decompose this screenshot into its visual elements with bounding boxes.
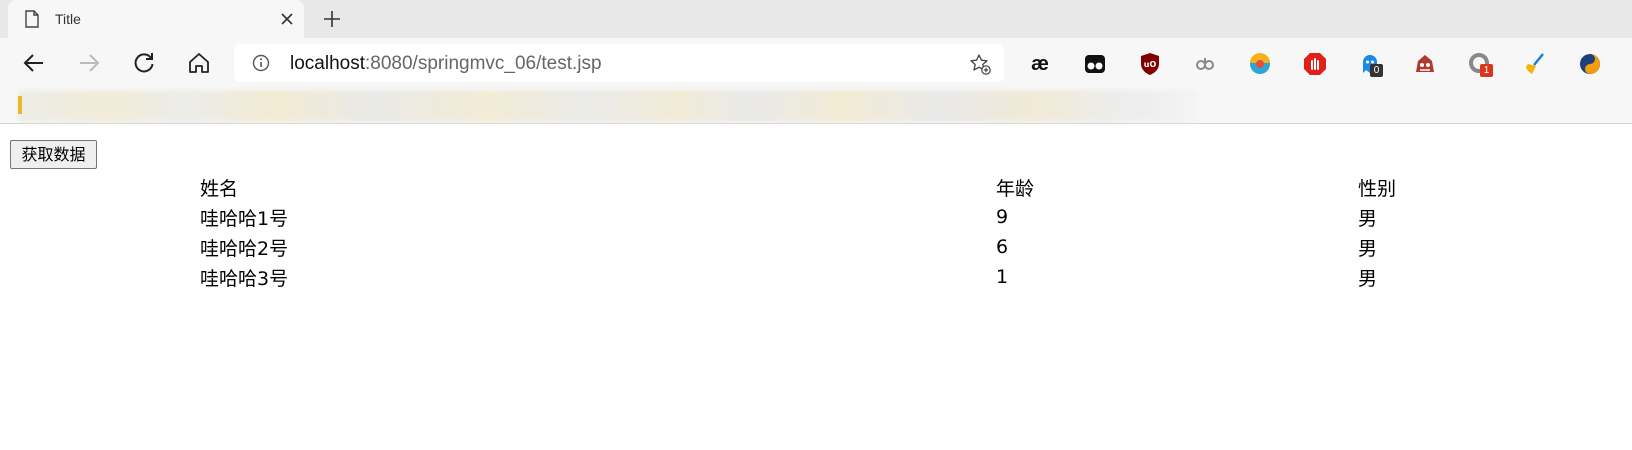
header-age: 年龄 bbox=[996, 177, 1035, 200]
red-monster-icon[interactable] bbox=[1413, 52, 1437, 76]
page-content: 获取数据 姓名 年龄 性别 哇哈哈1号 9 男 哇哈哈2号 6 男 哇哈哈3号 … bbox=[0, 125, 1632, 450]
folder-icon[interactable] bbox=[18, 96, 22, 114]
link-extension-icon[interactable] bbox=[1193, 52, 1217, 76]
adblock-stop-icon[interactable] bbox=[1303, 52, 1327, 76]
gray-loop-icon[interactable]: 1 bbox=[1468, 52, 1493, 77]
table-row: 哇哈哈3号 1 男 bbox=[200, 262, 1424, 292]
cell-name: 哇哈哈3号 bbox=[200, 267, 289, 290]
forward-arrow-icon[interactable] bbox=[76, 50, 102, 76]
info-icon[interactable] bbox=[252, 54, 270, 72]
cell-gender: 男 bbox=[1358, 207, 1378, 230]
colorful-extension-icon[interactable] bbox=[1248, 52, 1272, 76]
broom-icon[interactable] bbox=[1523, 52, 1547, 76]
table-header-row: 姓名 年龄 性别 bbox=[200, 172, 1424, 202]
table-row: 哇哈哈1号 9 男 bbox=[200, 202, 1424, 232]
home-icon[interactable] bbox=[186, 50, 212, 76]
cell-name: 哇哈哈1号 bbox=[200, 207, 289, 230]
tab-strip: Title bbox=[0, 0, 1632, 38]
cell-gender: 男 bbox=[1358, 267, 1378, 290]
cell-age: 1 bbox=[996, 266, 1009, 288]
url-text[interactable]: localhost:8080/springmvc_06/test.jsp bbox=[290, 53, 602, 75]
document-icon bbox=[25, 10, 39, 28]
tampermonkey-icon[interactable] bbox=[1083, 52, 1107, 76]
cell-name: 哇哈哈2号 bbox=[200, 237, 289, 260]
add-favorite-icon[interactable] bbox=[969, 53, 991, 75]
fetch-data-button[interactable]: 获取数据 bbox=[10, 140, 97, 169]
bookmarks-blurred bbox=[18, 90, 1198, 122]
cell-gender: 男 bbox=[1358, 237, 1378, 260]
gray-loop-badge: 1 bbox=[1480, 64, 1493, 77]
browser-tab[interactable]: Title bbox=[8, 0, 304, 38]
cell-age: 9 bbox=[996, 206, 1009, 228]
close-icon[interactable] bbox=[278, 10, 296, 28]
data-table: 姓名 年龄 性别 哇哈哈1号 9 男 哇哈哈2号 6 男 哇哈哈3号 1 男 bbox=[200, 172, 1424, 292]
address-bar[interactable]: localhost:8080/springmvc_06/test.jsp bbox=[234, 44, 1004, 82]
cell-age: 6 bbox=[996, 236, 1009, 258]
ghostery-icon[interactable]: 0 bbox=[1358, 52, 1383, 77]
ublock-origin-icon[interactable]: uO bbox=[1138, 52, 1162, 76]
back-arrow-icon[interactable] bbox=[21, 50, 47, 76]
browser-toolbar: localhost:8080/springmvc_06/test.jsp æ u… bbox=[0, 38, 1632, 88]
header-name: 姓名 bbox=[200, 177, 239, 200]
reload-icon[interactable] bbox=[131, 50, 157, 76]
blue-orange-circle-icon[interactable] bbox=[1578, 52, 1602, 76]
tab-title: Title bbox=[55, 11, 81, 27]
ghostery-badge: 0 bbox=[1370, 64, 1383, 77]
bookmarks-bar bbox=[0, 88, 1632, 124]
svg-text:uO: uO bbox=[1144, 60, 1157, 69]
table-row: 哇哈哈2号 6 男 bbox=[200, 232, 1424, 262]
header-gender: 性别 bbox=[1358, 177, 1397, 200]
new-tab-icon[interactable] bbox=[322, 9, 342, 29]
ae-extension-icon[interactable]: æ bbox=[1028, 52, 1052, 76]
